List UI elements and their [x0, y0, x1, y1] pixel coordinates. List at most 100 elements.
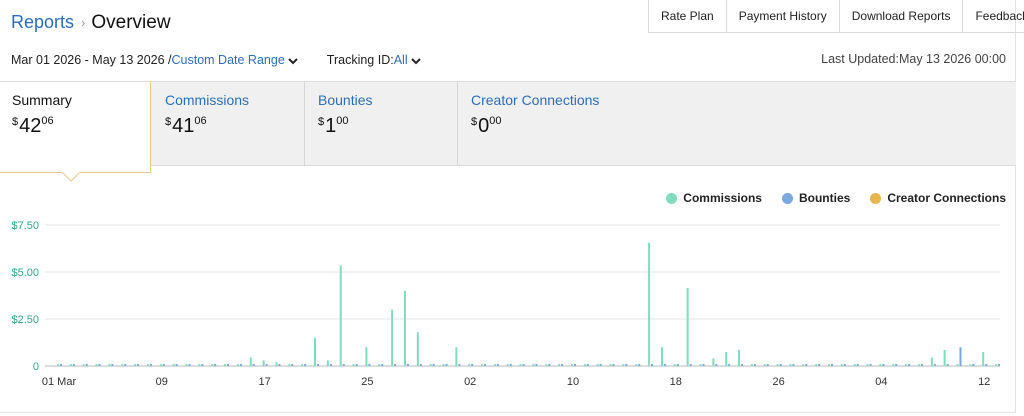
bar-commissions[interactable] — [198, 364, 201, 366]
bar-bounties[interactable] — [908, 364, 911, 366]
bar-commissions[interactable] — [95, 364, 98, 366]
bar-commissions[interactable] — [725, 351, 728, 366]
bar-commissions[interactable] — [995, 364, 998, 366]
bar-commissions[interactable] — [763, 364, 766, 366]
bar-commissions[interactable] — [905, 364, 908, 366]
bar-bounties[interactable] — [548, 364, 551, 366]
tab-commissions[interactable]: Commissions $ 41 06 — [153, 82, 305, 166]
bar-bounties[interactable] — [959, 347, 962, 366]
bar-bounties[interactable] — [201, 364, 204, 366]
bar-bounties[interactable] — [355, 364, 358, 366]
bar-commissions[interactable] — [365, 347, 368, 366]
bar-bounties[interactable] — [214, 364, 217, 366]
bar-bounties[interactable] — [663, 364, 666, 366]
bar-bounties[interactable] — [98, 364, 101, 366]
bar-commissions[interactable] — [545, 364, 548, 366]
bar-commissions[interactable] — [481, 364, 484, 366]
bar-commissions[interactable] — [249, 357, 252, 366]
bar-commissions[interactable] — [493, 364, 496, 366]
bar-commissions[interactable] — [596, 364, 599, 366]
bar-commissions[interactable] — [416, 332, 419, 366]
bar-commissions[interactable] — [853, 364, 856, 366]
bar-bounties[interactable] — [574, 364, 576, 366]
bar-bounties[interactable] — [895, 364, 898, 366]
bar-bounties[interactable] — [471, 364, 474, 366]
bar-bounties[interactable] — [227, 364, 230, 366]
bar-bounties[interactable] — [882, 364, 885, 366]
custom-date-range-dropdown[interactable]: Custom Date Range — [172, 53, 285, 67]
bar-commissions[interactable] — [339, 265, 342, 366]
bar-commissions[interactable] — [750, 364, 753, 366]
bar-bounties[interactable] — [612, 364, 615, 366]
bar-bounties[interactable] — [651, 364, 654, 366]
bar-bounties[interactable] — [496, 364, 499, 366]
bar-commissions[interactable] — [776, 364, 779, 366]
bar-commissions[interactable] — [956, 364, 959, 366]
bar-bounties[interactable] — [702, 364, 705, 366]
bar-bounties[interactable] — [972, 364, 975, 366]
bar-commissions[interactable] — [108, 364, 111, 366]
bar-bounties[interactable] — [329, 364, 332, 366]
payment-history-button[interactable]: Payment History — [727, 0, 840, 32]
bar-commissions[interactable] — [828, 364, 830, 366]
chevron-down-icon[interactable] — [410, 55, 422, 67]
bar-bounties[interactable] — [419, 364, 422, 366]
bar-commissions[interactable] — [224, 364, 227, 366]
bar-bounties[interactable] — [625, 364, 628, 366]
bar-commissions[interactable] — [917, 364, 920, 366]
bar-bounties[interactable] — [715, 364, 718, 366]
bar-commissions[interactable] — [69, 364, 72, 366]
bar-bounties[interactable] — [856, 364, 859, 366]
bar-bounties[interactable] — [586, 364, 589, 366]
bar-bounties[interactable] — [766, 364, 769, 366]
legend-item-creator-connections[interactable]: Creator Connections — [870, 191, 1006, 205]
bar-commissions[interactable] — [982, 351, 985, 366]
bar-bounties[interactable] — [869, 364, 872, 366]
bar-bounties[interactable] — [920, 364, 923, 366]
bar-commissions[interactable] — [519, 364, 522, 366]
bar-bounties[interactable] — [265, 364, 268, 366]
bar-bounties[interactable] — [792, 364, 795, 366]
bar-commissions[interactable] — [866, 364, 869, 366]
bar-bounties[interactable] — [522, 364, 525, 366]
bar-commissions[interactable] — [930, 357, 933, 366]
legend-item-bounties[interactable]: Bounties — [781, 191, 850, 205]
bar-commissions[interactable] — [892, 364, 895, 366]
bar-commissions[interactable] — [583, 364, 586, 366]
bar-commissions[interactable] — [326, 360, 329, 366]
bar-bounties[interactable] — [278, 364, 281, 366]
bar-bounties[interactable] — [317, 364, 319, 366]
bar-commissions[interactable] — [236, 364, 239, 366]
bar-bounties[interactable] — [188, 364, 191, 366]
bar-bounties[interactable] — [175, 364, 178, 366]
bar-commissions[interactable] — [172, 364, 175, 366]
bar-commissions[interactable] — [314, 337, 316, 366]
bar-commissions[interactable] — [134, 364, 137, 366]
bar-bounties[interactable] — [484, 364, 487, 366]
tab-summary[interactable]: Summary $ 42 06 — [0, 82, 151, 173]
bar-bounties[interactable] — [689, 364, 692, 366]
bar-bounties[interactable] — [72, 364, 75, 366]
bar-commissions[interactable] — [506, 364, 509, 366]
bar-commissions[interactable] — [442, 364, 445, 366]
bar-commissions[interactable] — [969, 364, 972, 366]
bar-commissions[interactable] — [789, 364, 792, 366]
bar-commissions[interactable] — [455, 347, 458, 366]
bar-bounties[interactable] — [831, 364, 833, 366]
bar-bounties[interactable] — [304, 364, 307, 366]
bar-bounties[interactable] — [252, 364, 255, 366]
bar-commissions[interactable] — [262, 360, 265, 366]
bar-bounties[interactable] — [805, 364, 808, 366]
bar-commissions[interactable] — [571, 364, 573, 366]
bar-bounties[interactable] — [458, 364, 461, 366]
bar-bounties[interactable] — [60, 364, 62, 366]
bar-commissions[interactable] — [57, 364, 59, 366]
bar-bounties[interactable] — [535, 364, 538, 366]
bar-commissions[interactable] — [403, 290, 406, 366]
bar-bounties[interactable] — [728, 364, 731, 366]
chevron-down-icon[interactable] — [287, 55, 299, 67]
bar-commissions[interactable] — [558, 364, 561, 366]
bar-commissions[interactable] — [146, 364, 149, 366]
bar-bounties[interactable] — [111, 364, 114, 366]
bar-commissions[interactable] — [660, 347, 663, 366]
